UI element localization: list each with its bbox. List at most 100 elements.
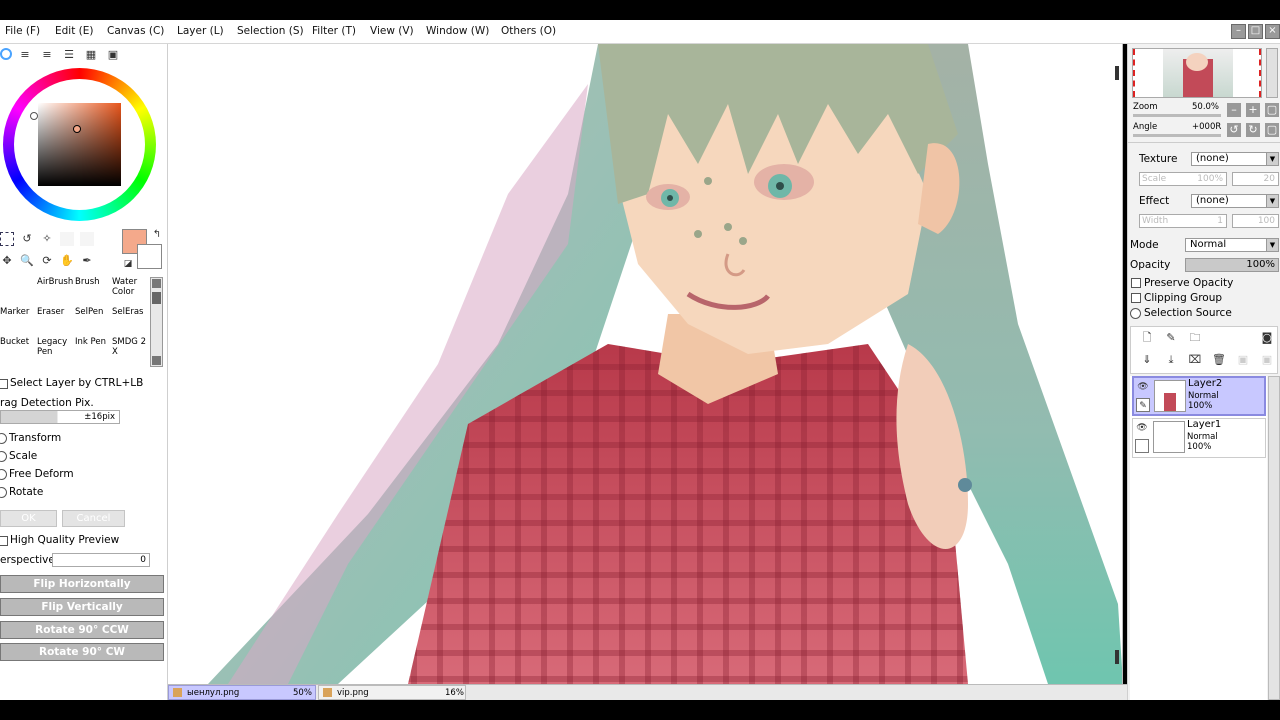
brush-brush[interactable]: Brush: [75, 277, 113, 307]
menu-others[interactable]: Others (O): [501, 25, 556, 37]
zoom-out-icon[interactable]: –: [1227, 103, 1241, 117]
brush-bucket[interactable]: Bucket: [0, 337, 38, 367]
rotate-reset-icon[interactable]: ▢: [1265, 123, 1279, 137]
brush-marker[interactable]: Marker: [0, 307, 38, 337]
angle-slider[interactable]: [1133, 134, 1221, 137]
menu-selection[interactable]: Selection (S): [237, 25, 304, 37]
selection-source-radio[interactable]: [1130, 308, 1141, 319]
perspective-field[interactable]: 0: [52, 553, 150, 567]
menu-window[interactable]: Window (W): [426, 25, 489, 37]
color-wheel-icon[interactable]: [0, 48, 12, 60]
layer-lock-checkbox[interactable]: [1135, 439, 1149, 453]
eye-icon[interactable]: 👁: [1135, 421, 1149, 435]
brush-airbrush[interactable]: AirBrush: [37, 277, 75, 307]
effect-width-number[interactable]: 100: [1232, 214, 1279, 228]
cancel-button[interactable]: Cancel: [62, 510, 125, 527]
saturation-value-box[interactable]: [38, 103, 121, 186]
color-wheel[interactable]: [3, 68, 156, 221]
eye-icon[interactable]: 👁: [1136, 380, 1150, 394]
eyedropper-icon[interactable]: ✒: [80, 254, 94, 268]
rotate-left-icon[interactable]: ↺: [1227, 123, 1241, 137]
layer-row[interactable]: 👁 Layer1 Normal 100%: [1132, 418, 1266, 458]
preserve-opacity-checkbox[interactable]: [1131, 278, 1141, 288]
rotate-radio[interactable]: [0, 487, 7, 498]
scratch-pad-icon[interactable]: ▣: [106, 48, 120, 62]
texture-scale-number[interactable]: 20: [1232, 172, 1279, 186]
rgb-slider-icon[interactable]: ≡: [18, 48, 32, 62]
effect-width-field[interactable]: Width 1: [1139, 214, 1227, 228]
merge-down-icon[interactable]: ⤓: [1164, 353, 1178, 367]
flip-vertically-button[interactable]: Flip Vertically: [0, 598, 164, 616]
brush-eraser[interactable]: Eraser: [37, 307, 75, 337]
delete-layer-icon[interactable]: 🗑: [1212, 353, 1226, 367]
rotate-cw-button[interactable]: Rotate 90° CW: [0, 643, 164, 661]
canvas[interactable]: [168, 44, 1123, 684]
brush-selpen[interactable]: SelPen: [75, 307, 113, 337]
scroll-down-icon[interactable]: [152, 356, 161, 365]
zoom-in-icon[interactable]: +: [1246, 103, 1260, 117]
layer-mask-icon[interactable]: ◙: [1260, 331, 1274, 345]
drag-detection-slider[interactable]: ±16pix: [0, 410, 120, 424]
menu-canvas[interactable]: Canvas (C): [107, 25, 164, 37]
opacity-slider[interactable]: 100%: [1185, 258, 1279, 272]
zoom-reset-icon[interactable]: ▢: [1265, 103, 1279, 117]
menu-edit[interactable]: Edit (E): [55, 25, 94, 37]
free-deform-radio[interactable]: [0, 469, 7, 480]
zoom-slider[interactable]: [1133, 114, 1221, 117]
navigator-preview[interactable]: [1132, 48, 1262, 98]
rect-select-icon[interactable]: [0, 232, 14, 246]
brush-slot[interactable]: [0, 277, 38, 307]
high-quality-checkbox[interactable]: [0, 536, 8, 546]
brush-watercolor[interactable]: Water Color: [112, 277, 150, 307]
default-colors-icon[interactable]: ◪: [121, 257, 135, 271]
effect-select[interactable]: (none) ▼: [1191, 194, 1279, 208]
brush-grid-scrollbar[interactable]: [150, 277, 163, 367]
hue-handle[interactable]: [30, 112, 38, 120]
menu-file[interactable]: File (F): [5, 25, 40, 37]
hand-icon[interactable]: ✋: [60, 254, 74, 268]
clear-layer-icon[interactable]: ⌧: [1188, 353, 1202, 367]
navigator-scrollbar[interactable]: [1266, 48, 1278, 98]
close-icon[interactable]: ×: [1265, 24, 1280, 39]
scroll-thumb[interactable]: [152, 292, 161, 304]
select-layer-checkbox[interactable]: [0, 379, 8, 389]
swatch-icon[interactable]: ▦: [84, 48, 98, 62]
rotate-ccw-button[interactable]: Rotate 90° CCW: [0, 621, 164, 639]
color-box-icon[interactable]: ☰: [62, 48, 76, 62]
blend-mode-select[interactable]: Normal ▼: [1185, 238, 1279, 252]
zoom-icon[interactable]: 🔍: [20, 254, 34, 268]
flip-horizontally-button[interactable]: Flip Horizontally: [0, 575, 164, 593]
brush-legacy-pen[interactable]: Legacy Pen: [37, 337, 75, 367]
texture-select[interactable]: (none) ▼: [1191, 152, 1279, 166]
texture-scale-field[interactable]: Scale 100%: [1139, 172, 1227, 186]
rotate-icon[interactable]: ⟳: [40, 254, 54, 268]
menu-layer[interactable]: Layer (L): [177, 25, 224, 37]
secondary-color-swatch[interactable]: [137, 244, 162, 269]
magic-wand-icon[interactable]: ✧: [40, 232, 54, 246]
transform-radio[interactable]: [0, 433, 7, 444]
scale-radio[interactable]: [0, 451, 7, 462]
clipping-group-checkbox[interactable]: [1131, 293, 1141, 303]
hsv-slider-icon[interactable]: ≡: [40, 48, 54, 62]
maximize-icon[interactable]: □: [1248, 24, 1263, 39]
layer-scrollbar[interactable]: [1268, 376, 1280, 700]
menu-filter[interactable]: Filter (T): [312, 25, 356, 37]
brush-ink-pen[interactable]: Ink Pen: [75, 337, 113, 367]
lasso-icon[interactable]: ↺: [20, 232, 34, 246]
minimize-icon[interactable]: –: [1231, 24, 1246, 39]
brush-seleras[interactable]: SelEras: [112, 307, 150, 337]
color-picker-handle[interactable]: [73, 125, 81, 133]
scroll-up-icon[interactable]: [152, 279, 161, 288]
move-icon[interactable]: ✥: [0, 254, 14, 268]
rotate-right-icon[interactable]: ↻: [1246, 123, 1260, 137]
swap-colors-icon[interactable]: ↰: [150, 228, 164, 242]
layer-row[interactable]: 👁 ✎ Layer2 Normal 100%: [1132, 376, 1266, 416]
new-folder-icon[interactable]: 🗀: [1188, 331, 1202, 345]
canvas-tab[interactable]: vip.png 16%: [318, 685, 466, 700]
brush-smdg[interactable]: SMDG 2 X: [112, 337, 150, 367]
new-linework-layer-icon[interactable]: ✎: [1164, 331, 1178, 345]
ok-button[interactable]: OK: [0, 510, 57, 527]
new-layer-icon[interactable]: 🗋: [1140, 331, 1154, 345]
menu-view[interactable]: View (V): [370, 25, 414, 37]
transfer-down-icon[interactable]: ⇓: [1140, 353, 1154, 367]
